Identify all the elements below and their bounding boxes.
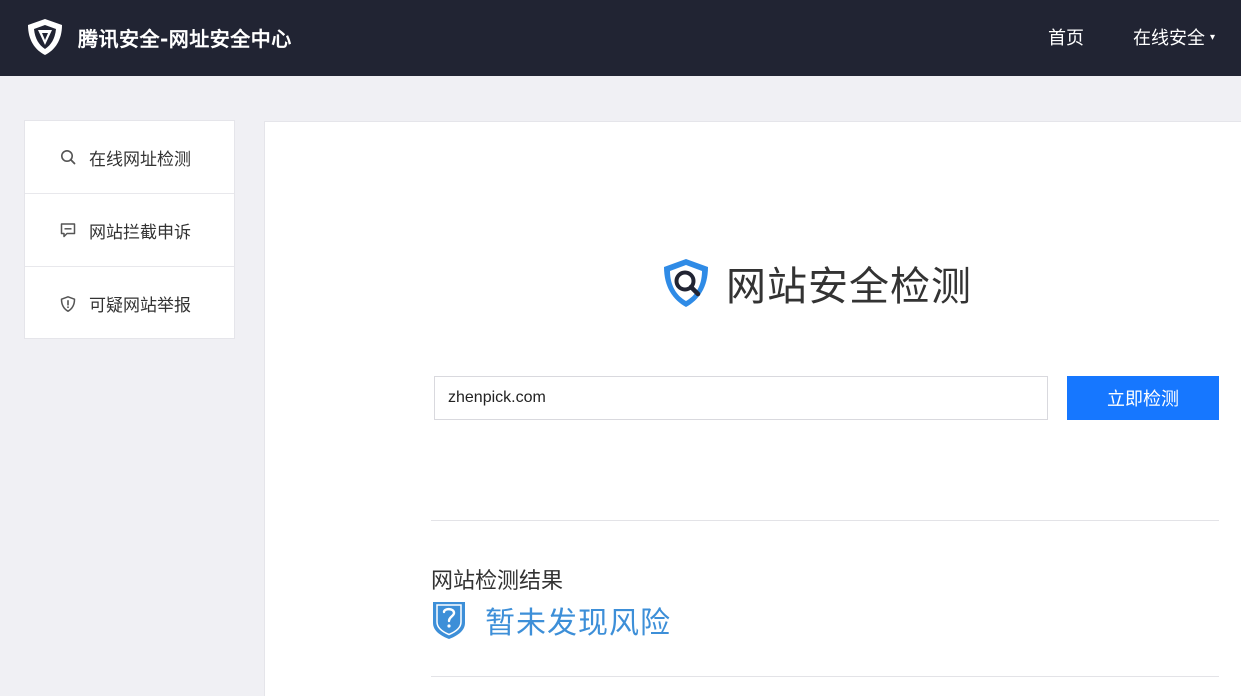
nav-online-security-menu[interactable]: 在线安全 ▾ bbox=[1133, 24, 1215, 50]
result-status-row: 暂未发现风险 bbox=[431, 598, 671, 642]
hero-title: 网站安全检测 bbox=[726, 264, 972, 310]
hero-heading: 网站安全检测 bbox=[658, 254, 972, 312]
result-status-text: 暂未发现风险 bbox=[485, 606, 671, 641]
sidebar-item-url-check[interactable]: 在线网址检测 bbox=[25, 121, 234, 194]
main-panel: 网站安全检测 立即检测 网站检测结果 暂未发现风险 bbox=[264, 121, 1241, 696]
chevron-down-icon: ▾ bbox=[1210, 31, 1216, 43]
tencent-security-logo-icon bbox=[28, 19, 62, 55]
divider bbox=[431, 676, 1219, 677]
divider bbox=[431, 520, 1219, 521]
nav-online-security-label: 在线安全 bbox=[1133, 28, 1205, 49]
sidebar-item-label: 网站拦截申诉 bbox=[89, 222, 191, 243]
brand[interactable]: 腾讯安全-网址安全中心 bbox=[24, 15, 292, 59]
sidebar-item-block-appeal[interactable]: 网站拦截申诉 bbox=[25, 194, 234, 267]
shield-question-icon bbox=[433, 602, 465, 639]
sidebar: 在线网址检测 网站拦截申诉 可疑网站举报 bbox=[24, 120, 235, 339]
url-input[interactable] bbox=[434, 376, 1048, 420]
message-icon bbox=[60, 223, 76, 238]
nav-home-link[interactable]: 首页 bbox=[1048, 24, 1084, 50]
result-section-title: 网站检测结果 bbox=[431, 569, 564, 594]
check-now-button[interactable]: 立即检测 bbox=[1067, 376, 1219, 420]
top-navigation-bar: 腾讯安全-网址安全中心 首页 在线安全 ▾ bbox=[0, 0, 1241, 76]
search-icon bbox=[61, 150, 76, 165]
sidebar-item-report-site[interactable]: 可疑网站举报 bbox=[25, 267, 234, 340]
shield-alert-icon bbox=[60, 295, 76, 312]
sidebar-item-label: 可疑网站举报 bbox=[89, 296, 191, 316]
site-title: 腾讯安全-网址安全中心 bbox=[78, 26, 292, 51]
shield-search-icon bbox=[664, 259, 708, 307]
sidebar-item-label: 在线网址检测 bbox=[89, 149, 191, 170]
